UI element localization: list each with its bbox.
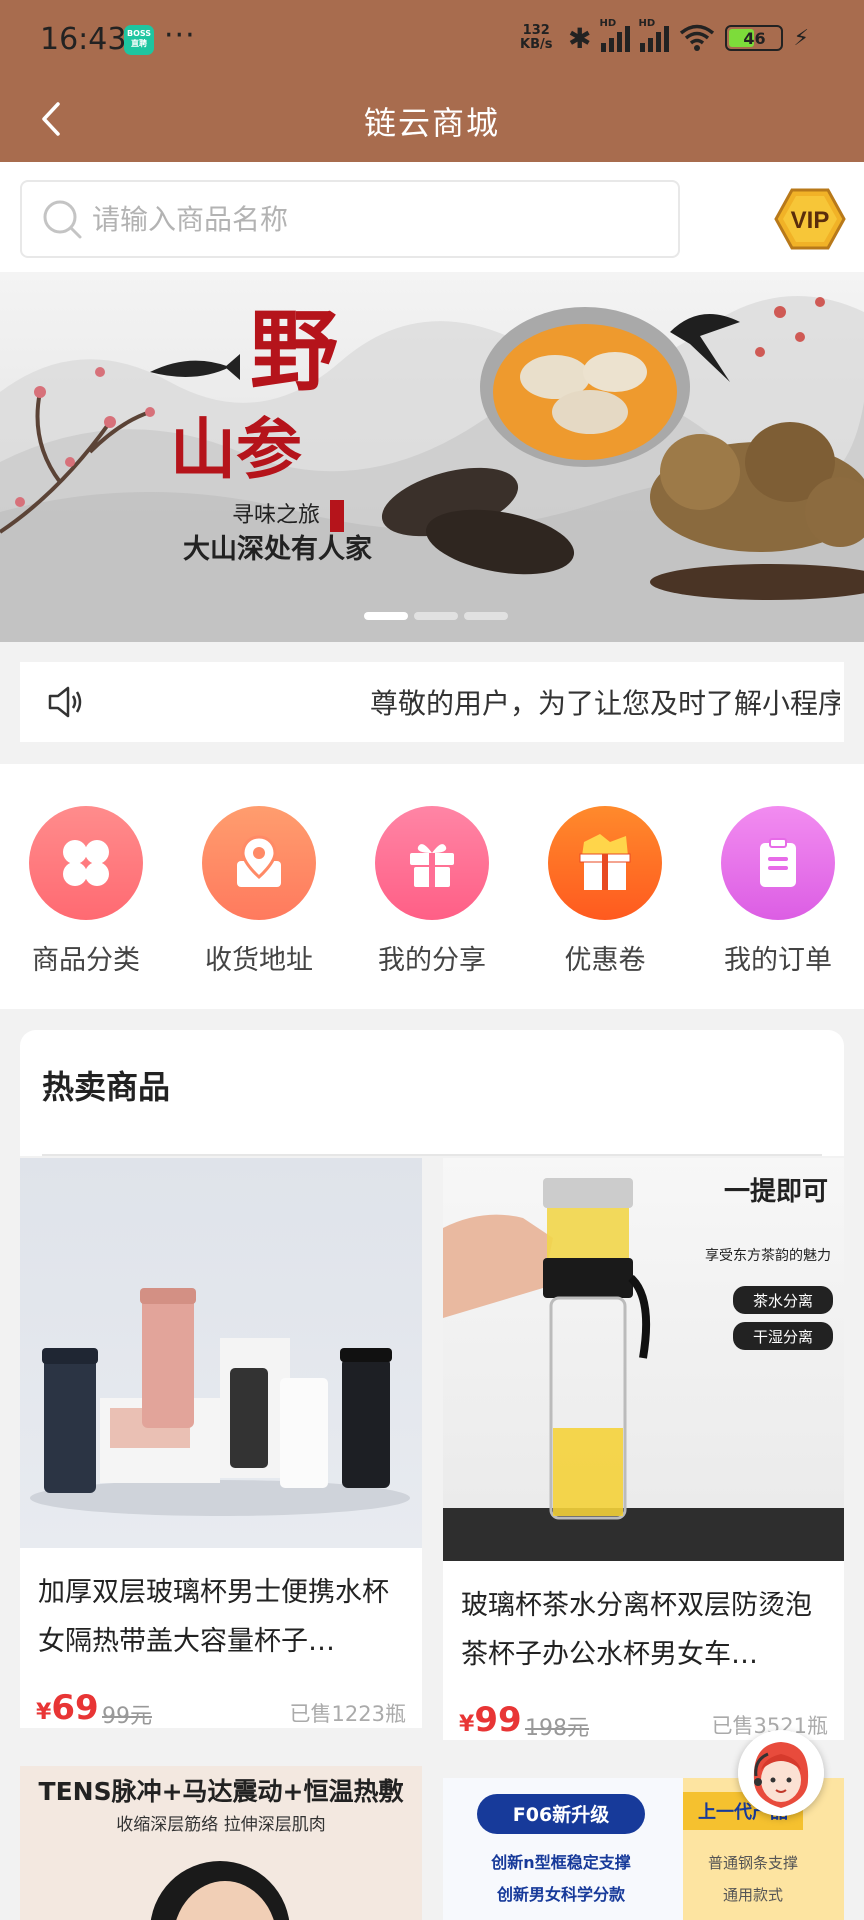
banner-artwork: 野 山参 寻味之旅 大山深处有人家 [0, 296, 864, 642]
product-card[interactable]: 一提即可 享受东方茶韵的魅力 茶水分离 干湿分离 玻璃杯茶水分离杯双层防烫泡茶杯… [443, 1158, 844, 1740]
more-notifications-icon: ··· [164, 18, 196, 53]
top-bar: 16:43 BOSS直聘 ··· 132 KB/s ✱ HD HD 46 ⚡ 链… [0, 0, 864, 162]
banner-dot-active[interactable] [364, 612, 408, 620]
img-headline: TENS脉冲+马达震动+恒温热敷 [39, 1777, 405, 1806]
category-label: 我的订单 [724, 945, 832, 976]
cups-illustration [30, 1288, 410, 1516]
notice-text: 尊敬的用户，为了让您及时了解小程序 [370, 687, 840, 720]
category-goods[interactable]: 商品分类 [0, 806, 172, 977]
price-value: 99 [474, 1700, 522, 1740]
hot-products-header: 热卖商品 [20, 1030, 844, 1156]
network-speed-value: 132 [522, 23, 550, 38]
hd-label-2: HD [638, 18, 656, 29]
boss-app-icon: BOSS直聘 [124, 25, 154, 55]
category-grid: 商品分类 收货地址 我的分享 优惠卷 我的订单 [0, 764, 864, 1009]
product-card[interactable]: 加厚双层玻璃杯男士便携水杯女隔热带盖大容量杯子… ¥69 99元 已售1223瓶 [20, 1158, 422, 1728]
img-right-line-1: 普通钢条支撑 [708, 1854, 798, 1872]
banner-dot[interactable] [414, 612, 458, 620]
search-row: VIP [0, 162, 864, 272]
product-price: ¥69 [36, 1688, 99, 1728]
promo-banner[interactable]: 野 山参 寻味之旅 大山深处有人家 [0, 272, 864, 642]
charging-icon: ⚡ [793, 25, 809, 51]
vip-badge-icon[interactable]: VIP [774, 186, 846, 252]
banner-subtitle: 寻味之旅 [232, 503, 320, 528]
product-image[interactable]: TENS脉冲+马达震动+恒温热敷 收缩深层筋络 拉伸深层肌肉 [20, 1766, 422, 1920]
category-share[interactable]: 我的分享 [346, 806, 518, 977]
banner-dot[interactable] [464, 612, 508, 620]
product-card[interactable]: TENS脉冲+马达震动+恒温热敷 收缩深层筋络 拉伸深层肌肉 [20, 1766, 422, 1920]
red-envelope-icon [548, 806, 662, 920]
original-price: 99元 [102, 1704, 152, 1728]
battery-level: 46 [743, 29, 766, 48]
clipboard-icon [721, 806, 835, 920]
banner-pagination [364, 612, 508, 620]
search-box[interactable] [20, 180, 680, 258]
category-orders[interactable]: 我的订单 [692, 806, 864, 977]
notice-section: 尊敬的用户，为了让您及时了解小程序 [0, 642, 864, 762]
status-icons: ✱ HD HD 46 ⚡ [568, 18, 809, 55]
price-value: 69 [51, 1688, 99, 1728]
sold-count: 已售1223瓶 [289, 1702, 406, 1726]
status-bar: 16:43 BOSS直聘 ··· 132 KB/s ✱ HD HD 46 ⚡ [0, 0, 864, 78]
img-tag-1: 茶水分离 [753, 1292, 813, 1310]
wifi-icon [680, 24, 715, 51]
img-badge: F06新升级 [513, 1803, 609, 1826]
banner-title-big: 野 [250, 299, 338, 403]
page: 16:43 BOSS直聘 ··· 132 KB/s ✱ HD HD 46 ⚡ 链… [0, 0, 864, 1920]
nav-header: 链云商城 [0, 78, 864, 162]
location-pin-icon [202, 806, 316, 920]
tea-bottle-illustration: 一提即可 享受东方茶韵的魅力 茶水分离 干湿分离 [443, 1177, 844, 1561]
currency-symbol: ¥ [36, 1700, 52, 1725]
battery-icon: 46 [725, 25, 784, 51]
customer-service-icon [738, 1730, 824, 1816]
customer-service-button[interactable] [738, 1730, 824, 1816]
img-line-1: 创新n型框稳定支撑 [490, 1853, 630, 1872]
product-name: 加厚双层玻璃杯男士便携水杯女隔热带盖大容量杯子… [38, 1577, 389, 1657]
network-speed: 132 KB/s [520, 24, 552, 52]
status-time: 16:43 [40, 22, 127, 57]
hd-label: HD [599, 18, 617, 29]
img-subline: 收缩深层筋络 拉伸深层肌肉 [116, 1815, 325, 1835]
img-tag-2: 干湿分离 [753, 1328, 813, 1346]
search-input[interactable] [92, 202, 652, 236]
currency-symbol: ¥ [459, 1712, 475, 1737]
notice-bar[interactable]: 尊敬的用户，为了让您及时了解小程序 [20, 662, 844, 742]
page-title: 链云商城 [363, 104, 500, 142]
product-price: ¥99 [459, 1700, 522, 1740]
section-title: 热卖商品 [42, 1068, 171, 1106]
img-right-line-2: 通用款式 [723, 1886, 783, 1904]
category-label: 我的分享 [378, 945, 486, 976]
speaker-icon [48, 686, 82, 718]
img-line-2: 创新男女科学分款 [496, 1885, 626, 1904]
clover-icon [29, 806, 143, 920]
banner-tagline: 大山深处有人家 [183, 533, 372, 565]
vip-label: VIP [791, 207, 830, 234]
img-subline: 享受东方茶韵的魅力 [705, 1247, 831, 1264]
category-label: 商品分类 [32, 945, 140, 976]
divider [42, 1154, 822, 1156]
search-icon [43, 200, 82, 239]
category-label: 收货地址 [205, 945, 313, 976]
product-image[interactable]: 一提即可 享受东方茶韵的魅力 茶水分离 干湿分离 [443, 1158, 844, 1561]
category-coupon[interactable]: 优惠卷 [519, 806, 691, 977]
signal-icon-2: HD [638, 18, 670, 52]
product-name: 玻璃杯茶水分离杯双层防烫泡茶杯子办公水杯男女车… [461, 1590, 812, 1670]
img-headline: 一提即可 [724, 1177, 828, 1207]
bluetooth-icon: ✱ [568, 21, 592, 55]
banner-title-small: 山参 [170, 410, 302, 488]
network-speed-unit: KB/s [520, 37, 553, 52]
gift-icon [375, 806, 489, 920]
product-image[interactable] [20, 1158, 422, 1548]
category-label: 优惠卷 [564, 945, 646, 976]
original-price: 198元 [525, 1716, 589, 1740]
signal-icon: HD [599, 18, 631, 52]
category-address[interactable]: 收货地址 [173, 806, 345, 977]
